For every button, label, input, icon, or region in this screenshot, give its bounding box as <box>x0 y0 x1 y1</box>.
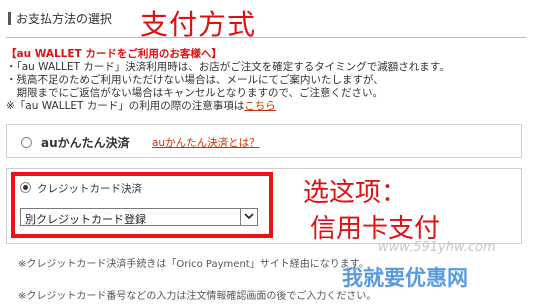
notice-line-caution: ※「au WALLET カード」の利用の際の注意事項はこちら <box>6 100 476 113</box>
au-wallet-notice: 【au WALLET カードをご利用のお客様へ】 ・「au WALLET カード… <box>6 48 476 113</box>
chevron-down-icon[interactable] <box>240 209 257 225</box>
annotation-choose: 选这项： <box>303 178 408 208</box>
notice-heading: 【au WALLET カードをご利用のお客様へ】 <box>6 48 222 60</box>
caution-details-link[interactable]: こちら <box>244 100 276 112</box>
section-divider <box>6 37 526 38</box>
watermark-url: www.591yhw.com <box>378 240 496 255</box>
notice-line: 期限までにご返信がない場合はキャンセルとなりますので、ご注意ください。 <box>6 87 384 99</box>
card-input-note: ※クレジットカード番号などの入力は注文情報確認画面の後でご入力ください。 <box>18 291 377 302</box>
notice-line: ・残高不足のためご利用いただけない場合は、メールにてご案内いたしますが、 <box>6 74 384 86</box>
section-title: お支払方法の選択 <box>16 12 113 26</box>
orico-payment-note: ※クレジットカード決済手続きは「Orico Payment」サイト経由になります… <box>18 259 369 270</box>
au-payment-label[interactable]: auかんたん決済 <box>41 134 130 151</box>
section-marker <box>8 12 11 25</box>
watermark-logo: 我就要优惠网 <box>342 266 468 290</box>
credit-card-label[interactable]: クレジットカード決済 <box>37 181 142 196</box>
notice-caution-text: ※「au WALLET カード」の利用の際の注意事項は <box>6 100 245 112</box>
credit-card-select[interactable]: 別クレジットカード登録 <box>20 208 258 226</box>
au-payment-radio[interactable] <box>21 137 32 148</box>
au-payment-help-link[interactable]: auかんたん決済とは？ <box>152 135 260 150</box>
credit-card-select-value: 別クレジットカード登録 <box>25 213 146 226</box>
notice-line: ・「au WALLET カード」決済利用時は、お店がご注文を確定するタイミングで… <box>6 61 450 73</box>
payment-option-au[interactable]: auかんたん決済 auかんたん決済とは？ <box>6 124 522 158</box>
credit-card-radio[interactable] <box>20 182 31 193</box>
